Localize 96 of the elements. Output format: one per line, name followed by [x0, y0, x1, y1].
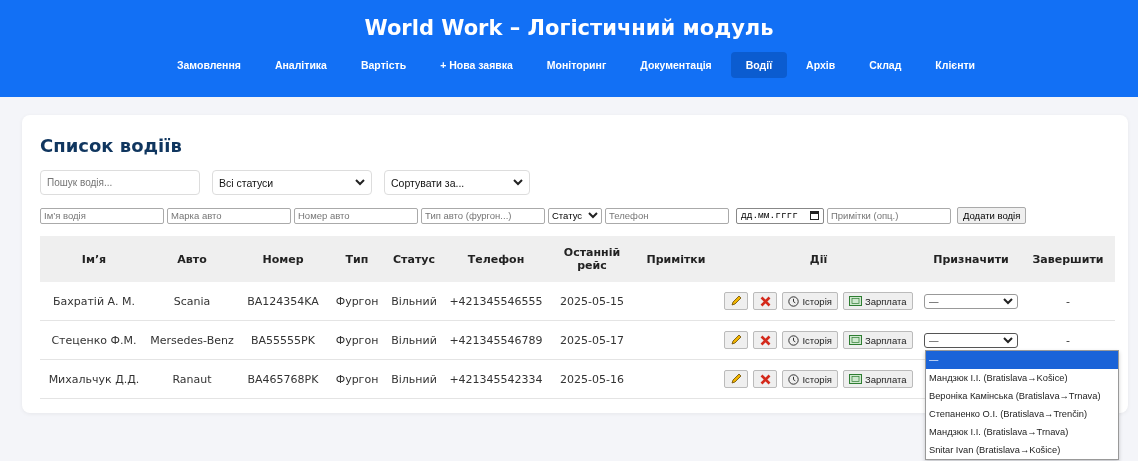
close-icon — [759, 373, 771, 385]
table-cell: 2025-05-15 — [560, 294, 624, 308]
table-cell: 2025-05-17 — [560, 333, 624, 347]
table-cell: BA55555PK — [251, 333, 315, 347]
banknote-icon — [848, 374, 862, 384]
nav-tab[interactable]: Водії — [730, 52, 788, 78]
calendar-icon — [810, 211, 819, 220]
pencil-icon — [730, 295, 743, 307]
table-cell: +421345546555 — [449, 294, 543, 308]
notes-input[interactable]: Примітки (опц.) — [827, 207, 951, 224]
column-header: Статус — [393, 252, 435, 266]
chevron-down-icon — [588, 212, 598, 219]
table-cell: - — [1066, 333, 1070, 347]
chevron-down-icon — [1003, 297, 1013, 305]
column-header: Ім’я — [81, 252, 107, 266]
dropdown-option[interactable]: Степаненко О.І. (Bratislava→Trenčin) — [926, 404, 1118, 423]
table-cell: Вільний — [391, 333, 437, 347]
salary-button[interactable]: Зарплата — [842, 292, 913, 310]
nav-tab[interactable]: Архів — [791, 52, 851, 78]
pencil-icon — [730, 334, 743, 346]
table-cell: Вільний — [391, 372, 437, 386]
assign-select[interactable]: — — [924, 293, 1018, 309]
table-cell: Scania — [173, 294, 211, 308]
history-button[interactable]: Історія — [782, 370, 838, 388]
column-header: Дії — [809, 252, 828, 266]
close-icon — [759, 334, 771, 346]
number-input[interactable]: Номер авто — [294, 207, 418, 224]
dropdown-option[interactable]: Вероніка Камінська (Bratislava→Trnava) — [926, 386, 1118, 405]
table-cell: Бахратій А. М. — [52, 294, 136, 308]
banknote-icon — [848, 296, 862, 306]
edit-button[interactable] — [724, 292, 749, 310]
nav-tab[interactable]: Документація — [625, 52, 727, 78]
chevron-down-icon — [513, 179, 523, 186]
nav-tab[interactable]: + Нова заявка — [425, 52, 528, 78]
nav-tab[interactable]: Клієнти — [920, 52, 991, 78]
nav-tab[interactable]: Вартість — [345, 52, 422, 78]
column-header: Тип — [345, 252, 369, 266]
table-cell: 2025-05-16 — [560, 372, 624, 386]
table-cell: Фургон — [335, 333, 379, 347]
banknote-icon — [848, 335, 862, 345]
table-cell: Михальчук Д.Д. — [48, 372, 140, 386]
column-header: Призначити — [933, 252, 1009, 266]
table-cell: Mersedes-Benz — [150, 333, 234, 347]
app-title: World Work – Логістичний модуль — [364, 16, 774, 40]
table-cell: BA465768PK — [247, 372, 319, 386]
clock-icon — [788, 373, 800, 385]
clock-icon — [788, 334, 800, 346]
column-header: Авто — [177, 252, 207, 266]
nav-tab[interactable]: Моніторинг — [531, 52, 622, 78]
delete-button[interactable] — [753, 370, 778, 388]
nav-tab[interactable]: Склад — [854, 52, 917, 78]
status-select[interactable]: Статус — [548, 207, 602, 224]
salary-button[interactable]: Зарплата — [842, 370, 913, 388]
table-cell: Ranaut — [172, 372, 212, 386]
pencil-icon — [730, 373, 743, 385]
table-cell: +421345546789 — [449, 333, 543, 347]
table-cell: +421345542334 — [449, 372, 543, 386]
status-filter-select[interactable]: Всі статуси — [212, 170, 372, 195]
dropdown-option[interactable]: Snitar Ivan (Bratislava→Košice) — [926, 440, 1118, 459]
delete-button[interactable] — [753, 292, 778, 310]
nav-tab[interactable]: Замовлення — [161, 52, 256, 78]
table-cell: Вільний — [391, 294, 437, 308]
clock-icon — [788, 295, 800, 307]
dropdown-option[interactable]: Мандзюк І.І. (Bratislava→Košice) — [926, 368, 1118, 387]
name-input[interactable]: Ім’я водія — [40, 207, 164, 224]
page-heading: Список водіїв — [40, 135, 183, 156]
assign-select[interactable]: — — [924, 332, 1018, 348]
table-cell: Фургон — [335, 372, 379, 386]
dropdown-option[interactable]: — — [926, 350, 1118, 369]
chevron-down-icon — [1003, 336, 1013, 344]
history-button[interactable]: Історія — [782, 292, 838, 310]
salary-button[interactable]: Зарплата — [842, 331, 913, 349]
add-driver-button[interactable]: Додати водія — [957, 207, 1027, 224]
column-header: Останній рейс — [563, 246, 621, 272]
column-header: Примітки — [646, 252, 706, 266]
table-cell: - — [1066, 294, 1070, 308]
table-cell: Стеценко Ф.М. — [51, 333, 137, 347]
edit-button[interactable] — [724, 331, 749, 349]
sort-select[interactable]: Сортувати за... — [384, 170, 530, 195]
search-field[interactable]: Пошук водія... — [40, 170, 200, 195]
phone-input[interactable]: Телефон — [605, 207, 729, 224]
brand-input[interactable]: Марка авто — [167, 207, 291, 224]
delete-button[interactable] — [753, 331, 778, 349]
chevron-down-icon — [355, 179, 365, 186]
column-header: Номер — [262, 252, 304, 266]
type-input[interactable]: Тип авто (фургон...) — [421, 207, 545, 224]
column-header: Завершити — [1032, 252, 1104, 266]
column-header: Телефон — [467, 252, 525, 266]
table-cell: Фургон — [335, 294, 379, 308]
history-button[interactable]: Історія — [782, 331, 838, 349]
table-cell: BA124354KA — [247, 294, 319, 308]
close-icon — [759, 295, 771, 307]
dropdown-option[interactable]: Мандзюк І.І. (Bratislava→Trnava) — [926, 422, 1118, 441]
edit-button[interactable] — [724, 370, 749, 388]
date-input[interactable]: дд.мм.гггг — [736, 207, 824, 224]
nav-tab[interactable]: Аналітика — [259, 52, 342, 78]
